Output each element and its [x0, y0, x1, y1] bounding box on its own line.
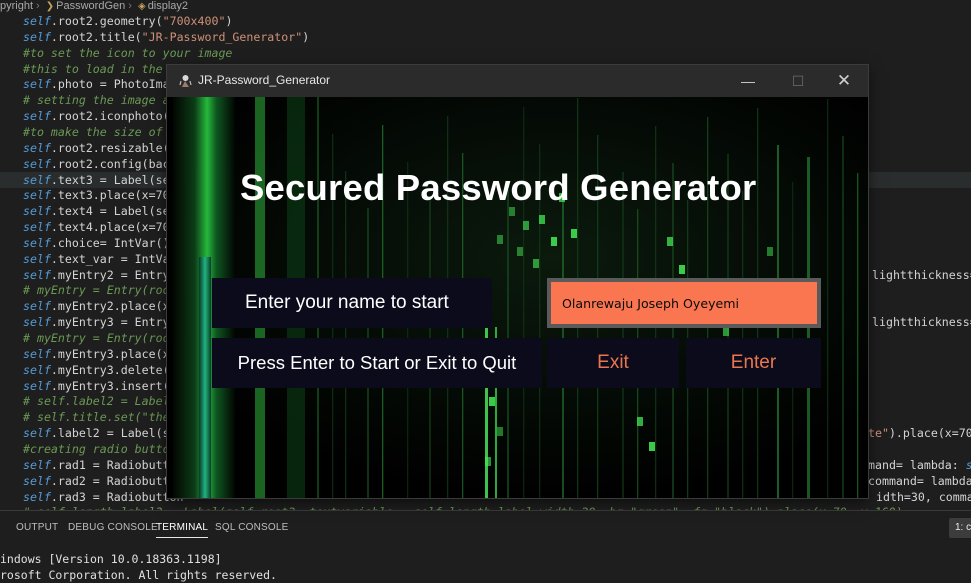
- code-line-text: self.rad1 = Radiobutton: [23, 457, 184, 472]
- code-line-text: self.root2.iconphoto(Fa: [23, 109, 184, 124]
- exit-button[interactable]: Exit: [547, 338, 679, 388]
- tab-sql-console[interactable]: SQL CONSOLE: [215, 522, 289, 533]
- code-line-text: #to make the size of t: [23, 124, 177, 139]
- breadcrumb-item-root[interactable]: pyright: [0, 0, 33, 13]
- chevron-right-icon: ›: [128, 0, 132, 12]
- code-line-text: self.text4.place(x=70,: [23, 220, 177, 235]
- breadcrumb: pyright › ❯ PasswordGen › ◈ display2: [0, 0, 971, 13]
- enter-button[interactable]: Enter: [686, 338, 821, 388]
- code-line-overflow: te").place(x=70,: [868, 426, 971, 441]
- panel-tabs: OUTPUT DEBUG CONSOLE TERMINAL SQL CONSOL…: [0, 511, 971, 545]
- password-generator-window: JR-Password_Generator — ☐ ✕ Secured Pass…: [167, 65, 868, 498]
- code-line-text: self.choice= IntVar(): [23, 235, 170, 250]
- code-line-text: # setting the image as: [23, 93, 177, 108]
- cube-icon: ◈: [137, 1, 146, 12]
- code-line-text: self.myEntry3.delete(0,: [23, 362, 184, 377]
- code-line-text: self.myEntry3.place(x=3: [23, 346, 184, 361]
- code-line-text: self.text3 = Label(self: [23, 172, 184, 187]
- name-entry-frame: [547, 278, 821, 328]
- code-line-text: self.myEntry2.place(x=3: [23, 299, 184, 314]
- code-line-text: #to set the icon to your image: [23, 45, 233, 60]
- code-line-overflow: mand= lambda: se: [868, 457, 971, 472]
- code-line-text: # self.label2 = Label(s: [23, 394, 184, 409]
- code-line-text: #this to load in the ph: [23, 61, 184, 76]
- code-line-text: self.myEntry3.insert(0,: [23, 378, 184, 393]
- code-line-text: self.photo = PhotoImage: [23, 77, 184, 92]
- terminal-line: rosoft Corporation. All rights reserved.: [0, 568, 277, 582]
- code-line-text: # myEntry = Entry(root,: [23, 331, 184, 345]
- terminal-select[interactable]: 1: c: [949, 518, 971, 538]
- maximize-icon[interactable]: ☐: [775, 65, 821, 97]
- code-line-overflow: idth=30, comman: [876, 489, 971, 504]
- code-line-text: self.myEntry3 = Entry(s: [23, 315, 184, 330]
- close-icon[interactable]: ✕: [821, 65, 867, 97]
- code-line-overflow: lightthickness=5,: [872, 267, 971, 282]
- code-line-text: self.rad2 = Radiobutton: [23, 473, 184, 488]
- code-line-text: self.label2 = Label(sel: [23, 426, 184, 441]
- code-line-text: self.text_var = IntVar(: [23, 251, 184, 266]
- code-line-text: self.root2.config(backg: [23, 156, 184, 171]
- name-input[interactable]: [551, 282, 817, 324]
- chevron-right-icon: ›: [36, 0, 40, 12]
- page-title: Secured Password Generator: [240, 167, 757, 208]
- terminal-line: indows [Version 10.0.18363.1198]: [0, 552, 222, 566]
- code-line-overflow: command= lambda: [868, 473, 971, 488]
- code-line-text: self.myEntry2 = Entry(s: [23, 267, 184, 282]
- code-line-text: #creating radio button: [23, 441, 177, 456]
- code-line-text: self.root2.resizable(w: [23, 140, 177, 155]
- code-line-text: self.rad3 = Radiobutton: [23, 489, 184, 504]
- folder-icon: ❯: [45, 1, 55, 12]
- tab-output[interactable]: OUTPUT: [16, 522, 58, 533]
- code-line-text: # myEntry = Entry(root,: [23, 283, 184, 298]
- breadcrumb-item-symbol[interactable]: display2: [148, 0, 188, 13]
- code-line-overflow: lightthickness=5: [872, 315, 971, 330]
- code-line-text: self.root2.geometry("700x400"): [23, 14, 233, 28]
- app-icon: [179, 75, 192, 87]
- bottom-panel: OUTPUT DEBUG CONSOLE TERMINAL SQL CONSOL…: [0, 510, 971, 583]
- tab-debug-console[interactable]: DEBUG CONSOLE: [68, 522, 158, 533]
- breadcrumb-item-file[interactable]: PasswordGen: [56, 0, 125, 13]
- instruction-label: Press Enter to Start or Exit to Quit: [212, 338, 542, 388]
- tab-terminal[interactable]: TERMINAL: [156, 522, 209, 538]
- code-line: self.root2.geometry("700x400"): [0, 13, 971, 29]
- minimize-icon[interactable]: —: [725, 65, 771, 97]
- code-line-text: self.text4 = Label(self: [23, 204, 184, 219]
- window-title: JR-Password_Generator: [198, 73, 331, 87]
- code-line-text: self.text3.place(x=70,: [23, 188, 177, 203]
- code-line: self.root2.title("JR-Password_Generator"…: [0, 29, 971, 45]
- name-prompt-label: Enter your name to start: [212, 278, 492, 328]
- window-content: Secured Password Generator Enter your na…: [167, 97, 868, 498]
- code-line-text: self.root2.title("JR-Password_Generator"…: [23, 29, 310, 44]
- code-line-text: # self.title.set("the s: [23, 410, 184, 425]
- code-line: #to set the icon to your image: [0, 45, 971, 61]
- window-titlebar[interactable]: JR-Password_Generator — ☐ ✕: [167, 65, 868, 97]
